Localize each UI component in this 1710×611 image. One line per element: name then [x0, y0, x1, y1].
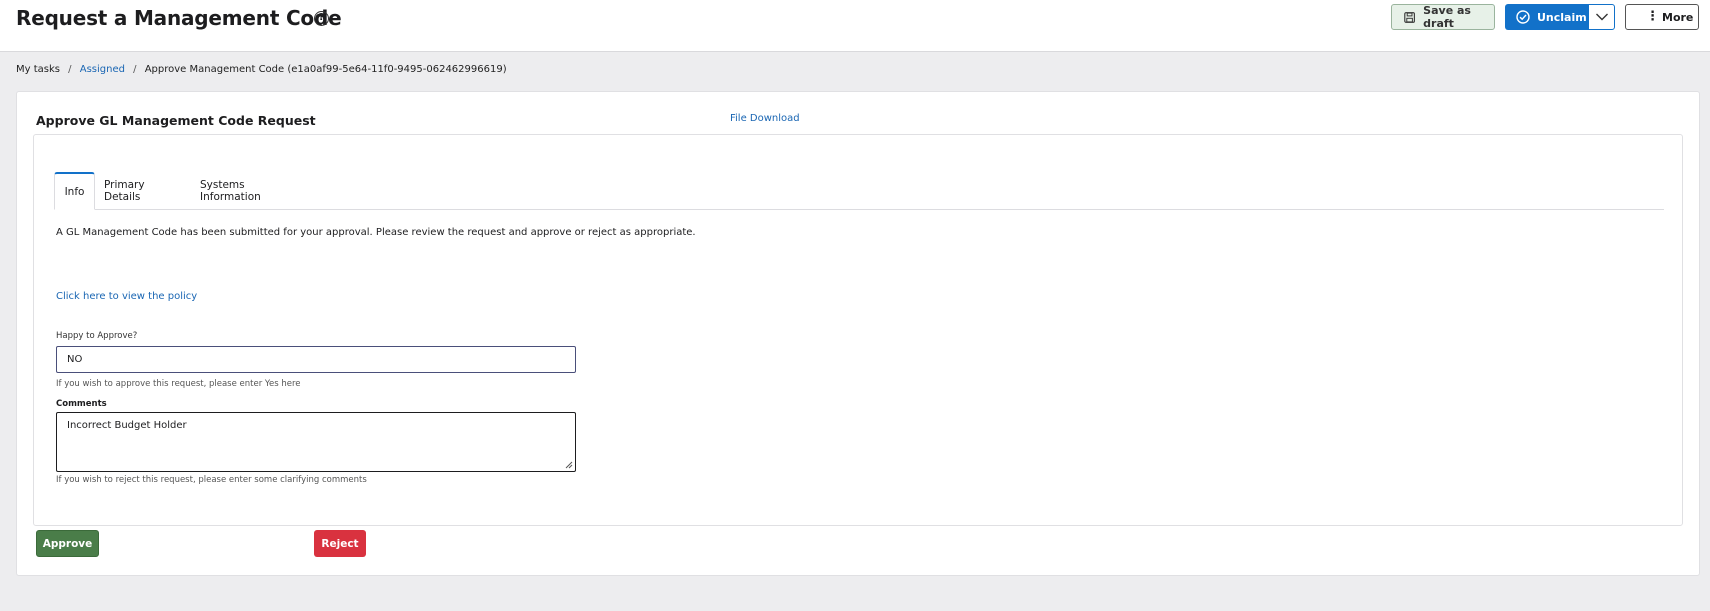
save-as-draft-label: Save as draft: [1423, 4, 1471, 30]
happy-to-approve-input[interactable]: NO: [56, 346, 576, 373]
kebab-icon: ⋮: [1646, 9, 1659, 24]
approve-button[interactable]: Approve: [36, 530, 99, 557]
resize-handle-icon[interactable]: [565, 461, 573, 469]
breadcrumb-separator: /: [68, 64, 72, 75]
unclaim-label: Unclaim: [1537, 10, 1587, 24]
tab-info[interactable]: Info: [54, 172, 95, 210]
reject-button[interactable]: Reject: [314, 530, 366, 557]
unclaim-button[interactable]: Unclaim: [1505, 4, 1589, 30]
check-circle-icon: [1516, 10, 1530, 24]
save-as-draft-button[interactable]: Save as draft: [1391, 4, 1495, 30]
file-download-link[interactable]: File Download: [730, 113, 800, 124]
breadcrumb-separator: /: [133, 64, 137, 75]
comments-value: Incorrect Budget Holder: [67, 420, 187, 431]
comments-help-text: If you wish to reject this request, plea…: [56, 475, 367, 485]
save-icon: [1404, 11, 1415, 23]
tab-systems-information[interactable]: Systems Information: [200, 172, 308, 210]
breadcrumb-my-tasks[interactable]: My tasks: [16, 64, 60, 75]
unclaim-dropdown-button[interactable]: [1588, 4, 1615, 30]
page-title: Request a Management Code: [16, 6, 342, 30]
comments-textarea[interactable]: Incorrect Budget Holder: [56, 412, 576, 472]
more-label: More: [1662, 10, 1694, 24]
happy-to-approve-label: Happy to Approve?: [56, 331, 138, 341]
breadcrumb-current: Approve Management Code (e1a0af99-5e64-1…: [144, 64, 507, 75]
section-title: Approve GL Management Code Request: [36, 113, 316, 128]
more-button[interactable]: ⋮ More: [1625, 4, 1699, 30]
tab-primary-details[interactable]: Primary Details: [104, 172, 184, 210]
breadcrumb: My tasks / Assigned / Approve Management…: [16, 64, 507, 75]
comments-label: Comments: [56, 399, 107, 409]
breadcrumb-assigned[interactable]: Assigned: [80, 64, 125, 75]
info-message: A GL Management Code has been submitted …: [56, 227, 696, 238]
question-circle-icon[interactable]: ?: [314, 11, 329, 26]
chevron-down-icon: [1595, 13, 1608, 21]
view-policy-link[interactable]: Click here to view the policy: [56, 291, 197, 302]
approve-help-text: If you wish to approve this request, ple…: [56, 379, 301, 389]
